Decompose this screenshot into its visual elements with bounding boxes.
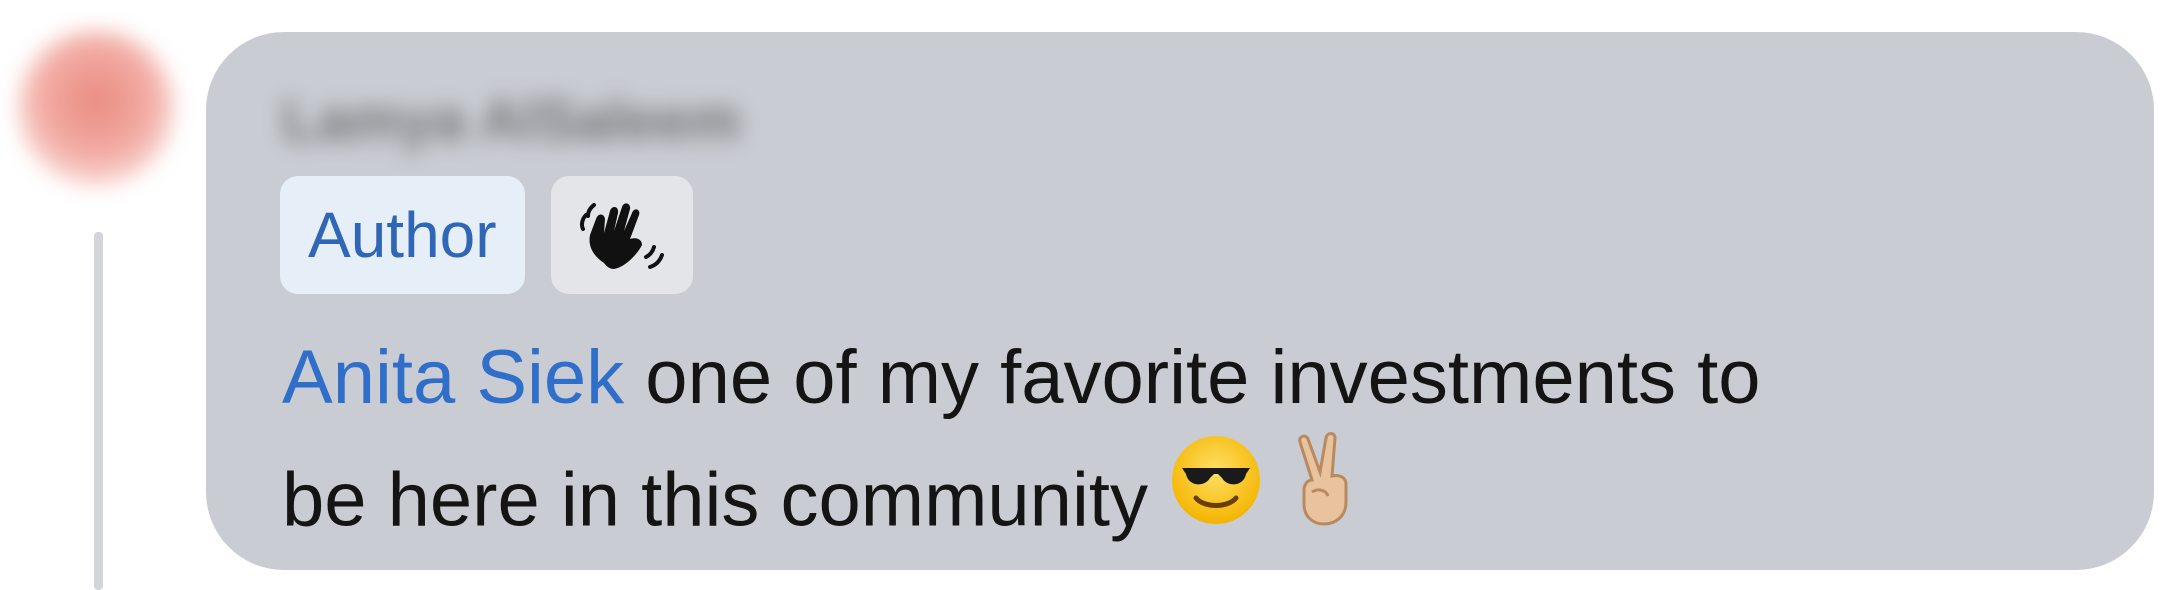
author-badge: Author (280, 176, 525, 294)
thread-line (94, 232, 103, 590)
comment-text-line1: one of my favorite investments to (624, 335, 1761, 420)
mention-link[interactable]: Anita Siek (282, 335, 624, 420)
waving-hand-icon (579, 203, 664, 269)
author-badge-label: Author (308, 199, 497, 271)
avatar[interactable] (18, 30, 174, 186)
comment-author-name[interactable]: Lamya AlSaleem (282, 92, 741, 150)
badge-row: Author (280, 176, 693, 294)
smiling-face-with-sunglasses-icon (1168, 432, 1264, 563)
comment-text-line2: be here in this community (282, 457, 1148, 543)
waving-hand-badge (550, 176, 693, 294)
victory-hand-icon (1286, 430, 1366, 565)
comment-text: Anita Siek one of my favorite investment… (282, 318, 2102, 573)
